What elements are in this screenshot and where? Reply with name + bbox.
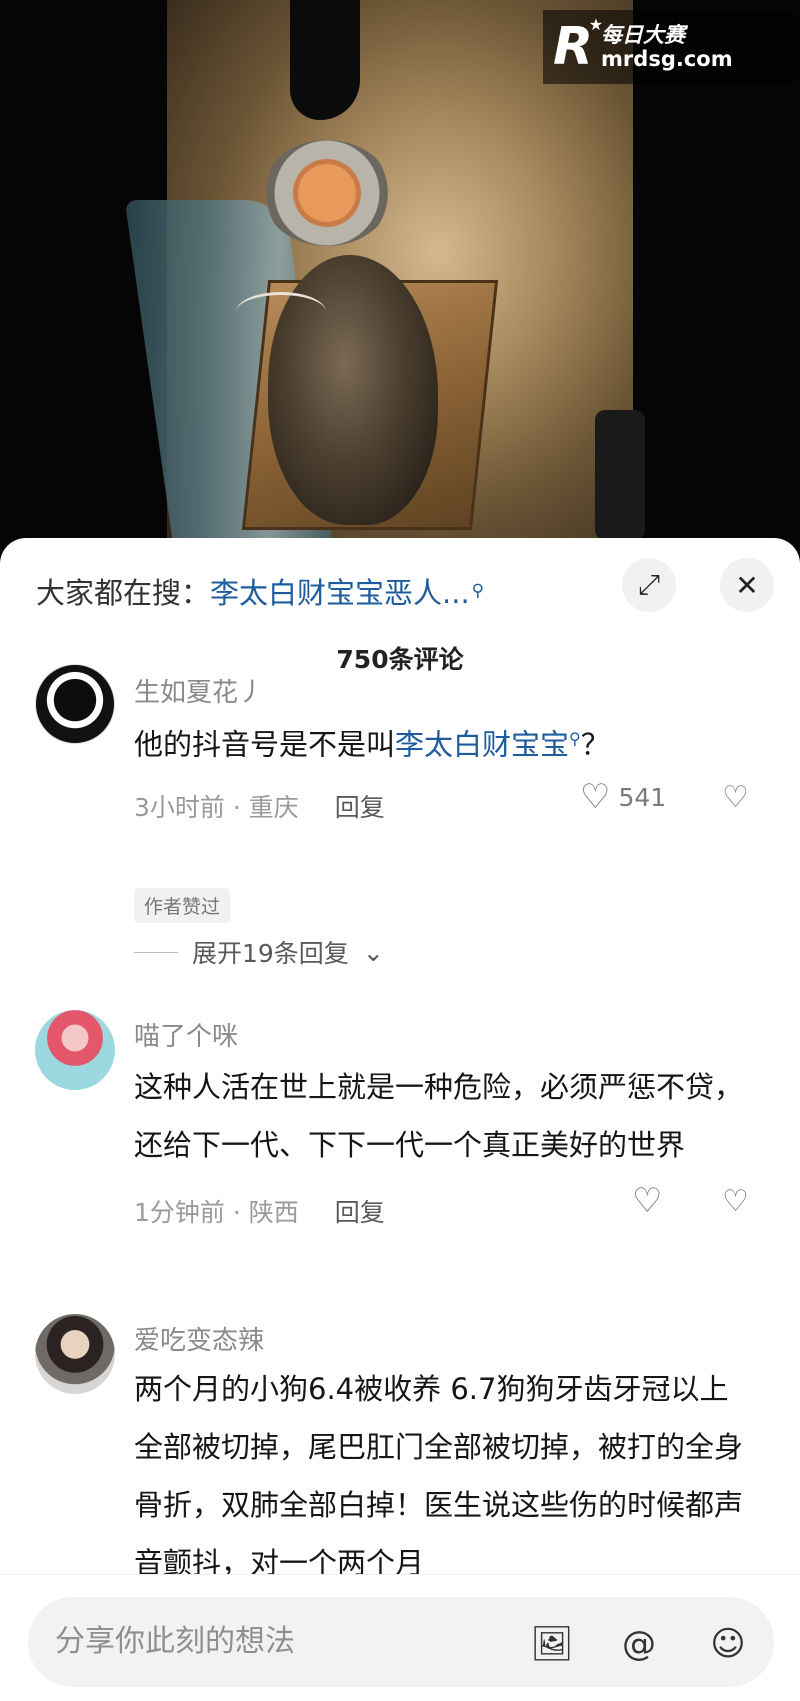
comment-text: 他的抖音号是不是叫李太白财宝宝⚲？ [134, 727, 610, 762]
expand-button[interactable]: ⤢ [622, 558, 676, 612]
search-icon: ⚲ [569, 729, 581, 748]
video-cable [236, 292, 326, 332]
comment-input-bar: 分享你此刻的想法 🖼 @ ☺ [0, 1574, 800, 1701]
watermark: R ★ 每日大赛 mrdsg.com [543, 10, 793, 84]
comment-username[interactable]: 喵了个咪 [134, 1016, 238, 1053]
video-shoe [290, 0, 360, 120]
search-prefix: 大家都在搜： [36, 576, 211, 610]
divider [134, 951, 178, 953]
expand-replies-label: 展开19条回复 [192, 939, 349, 968]
video-food-bowl [262, 140, 392, 246]
dislike-button[interactable]: ♡ [722, 780, 749, 815]
reply-button[interactable]: 回复 [335, 788, 385, 824]
emoji-button[interactable]: ☺ [706, 1622, 750, 1666]
author-liked-badge: 作者赞过 [134, 888, 231, 923]
comment-search-link[interactable]: 李太白财宝宝 [395, 728, 569, 762]
comment-meta: 1分钟前 · 陕西 回复 [134, 1193, 385, 1229]
comment-time-location: 1分钟前 · 陕西 [134, 1198, 299, 1227]
broken-heart-icon: ♡ [722, 780, 749, 815]
video-object [595, 410, 645, 540]
comment-text: 这种人活在世上就是一种危险，必须严惩不贷，还给下一代、下下一代一个真正美好的世界 [134, 1070, 744, 1162]
expand-replies-button[interactable]: 展开19条回复 ⌄ [134, 934, 384, 970]
reply-button[interactable]: 回复 [335, 1193, 385, 1229]
image-button[interactable]: 🖼 [530, 1622, 574, 1666]
heart-icon: ♡ [580, 777, 611, 817]
search-term-link[interactable]: 李太白财宝宝恶人... [210, 570, 470, 612]
emoji-icon: ☺ [710, 1624, 746, 1664]
avatar[interactable] [35, 664, 115, 744]
comment-text: 两个月的小狗6.4被收养 6.7狗狗牙齿牙冠以上全部被切掉，尾巴肛门全部被切掉，… [134, 1372, 744, 1580]
comment-username[interactable]: 生如夏花丿 [134, 672, 264, 709]
search-icon: ⚲ [471, 581, 485, 601]
heart-icon: ♡ [632, 1181, 663, 1221]
avatar[interactable] [35, 1010, 115, 1090]
watermark-name: 每日大赛 [601, 22, 686, 47]
broken-heart-icon: ♡ [722, 1184, 749, 1219]
like-button[interactable]: ♡ [632, 1184, 662, 1218]
chevron-down-icon: ⌄ [362, 937, 384, 967]
comment-count: 750条评论 [336, 645, 464, 674]
dislike-button[interactable]: ♡ [722, 1184, 749, 1219]
watermark-url: mrdsg.com [601, 47, 733, 71]
like-count: 541 [618, 782, 667, 812]
watermark-logo: R ★ [553, 15, 604, 77]
expand-icon: ⤢ [637, 568, 661, 601]
at-icon: @ [622, 1624, 656, 1664]
close-button[interactable]: ✕ [720, 558, 774, 612]
comment-meta: 3小时前 · 重庆 回复 [134, 788, 385, 824]
close-icon: ✕ [735, 568, 759, 602]
comment-username[interactable]: 爱吃变态辣 [134, 1320, 264, 1357]
like-button[interactable]: ♡ 541 [580, 780, 666, 814]
comment-time-location: 3小时前 · 重庆 [134, 793, 299, 822]
video-player[interactable]: R ★ 每日大赛 mrdsg.com [0, 0, 800, 560]
comments-sheet: 大家都在搜： 李太白财宝宝恶人... ⚲ ⤢ ✕ 750条评论 生如夏花丿 他的… [0, 538, 800, 1701]
avatar[interactable] [35, 1314, 115, 1394]
image-icon: 🖼 [530, 1624, 574, 1664]
mention-button[interactable]: @ [617, 1622, 661, 1666]
comment-input-placeholder[interactable]: 分享你此刻的想法 [55, 1597, 295, 1687]
